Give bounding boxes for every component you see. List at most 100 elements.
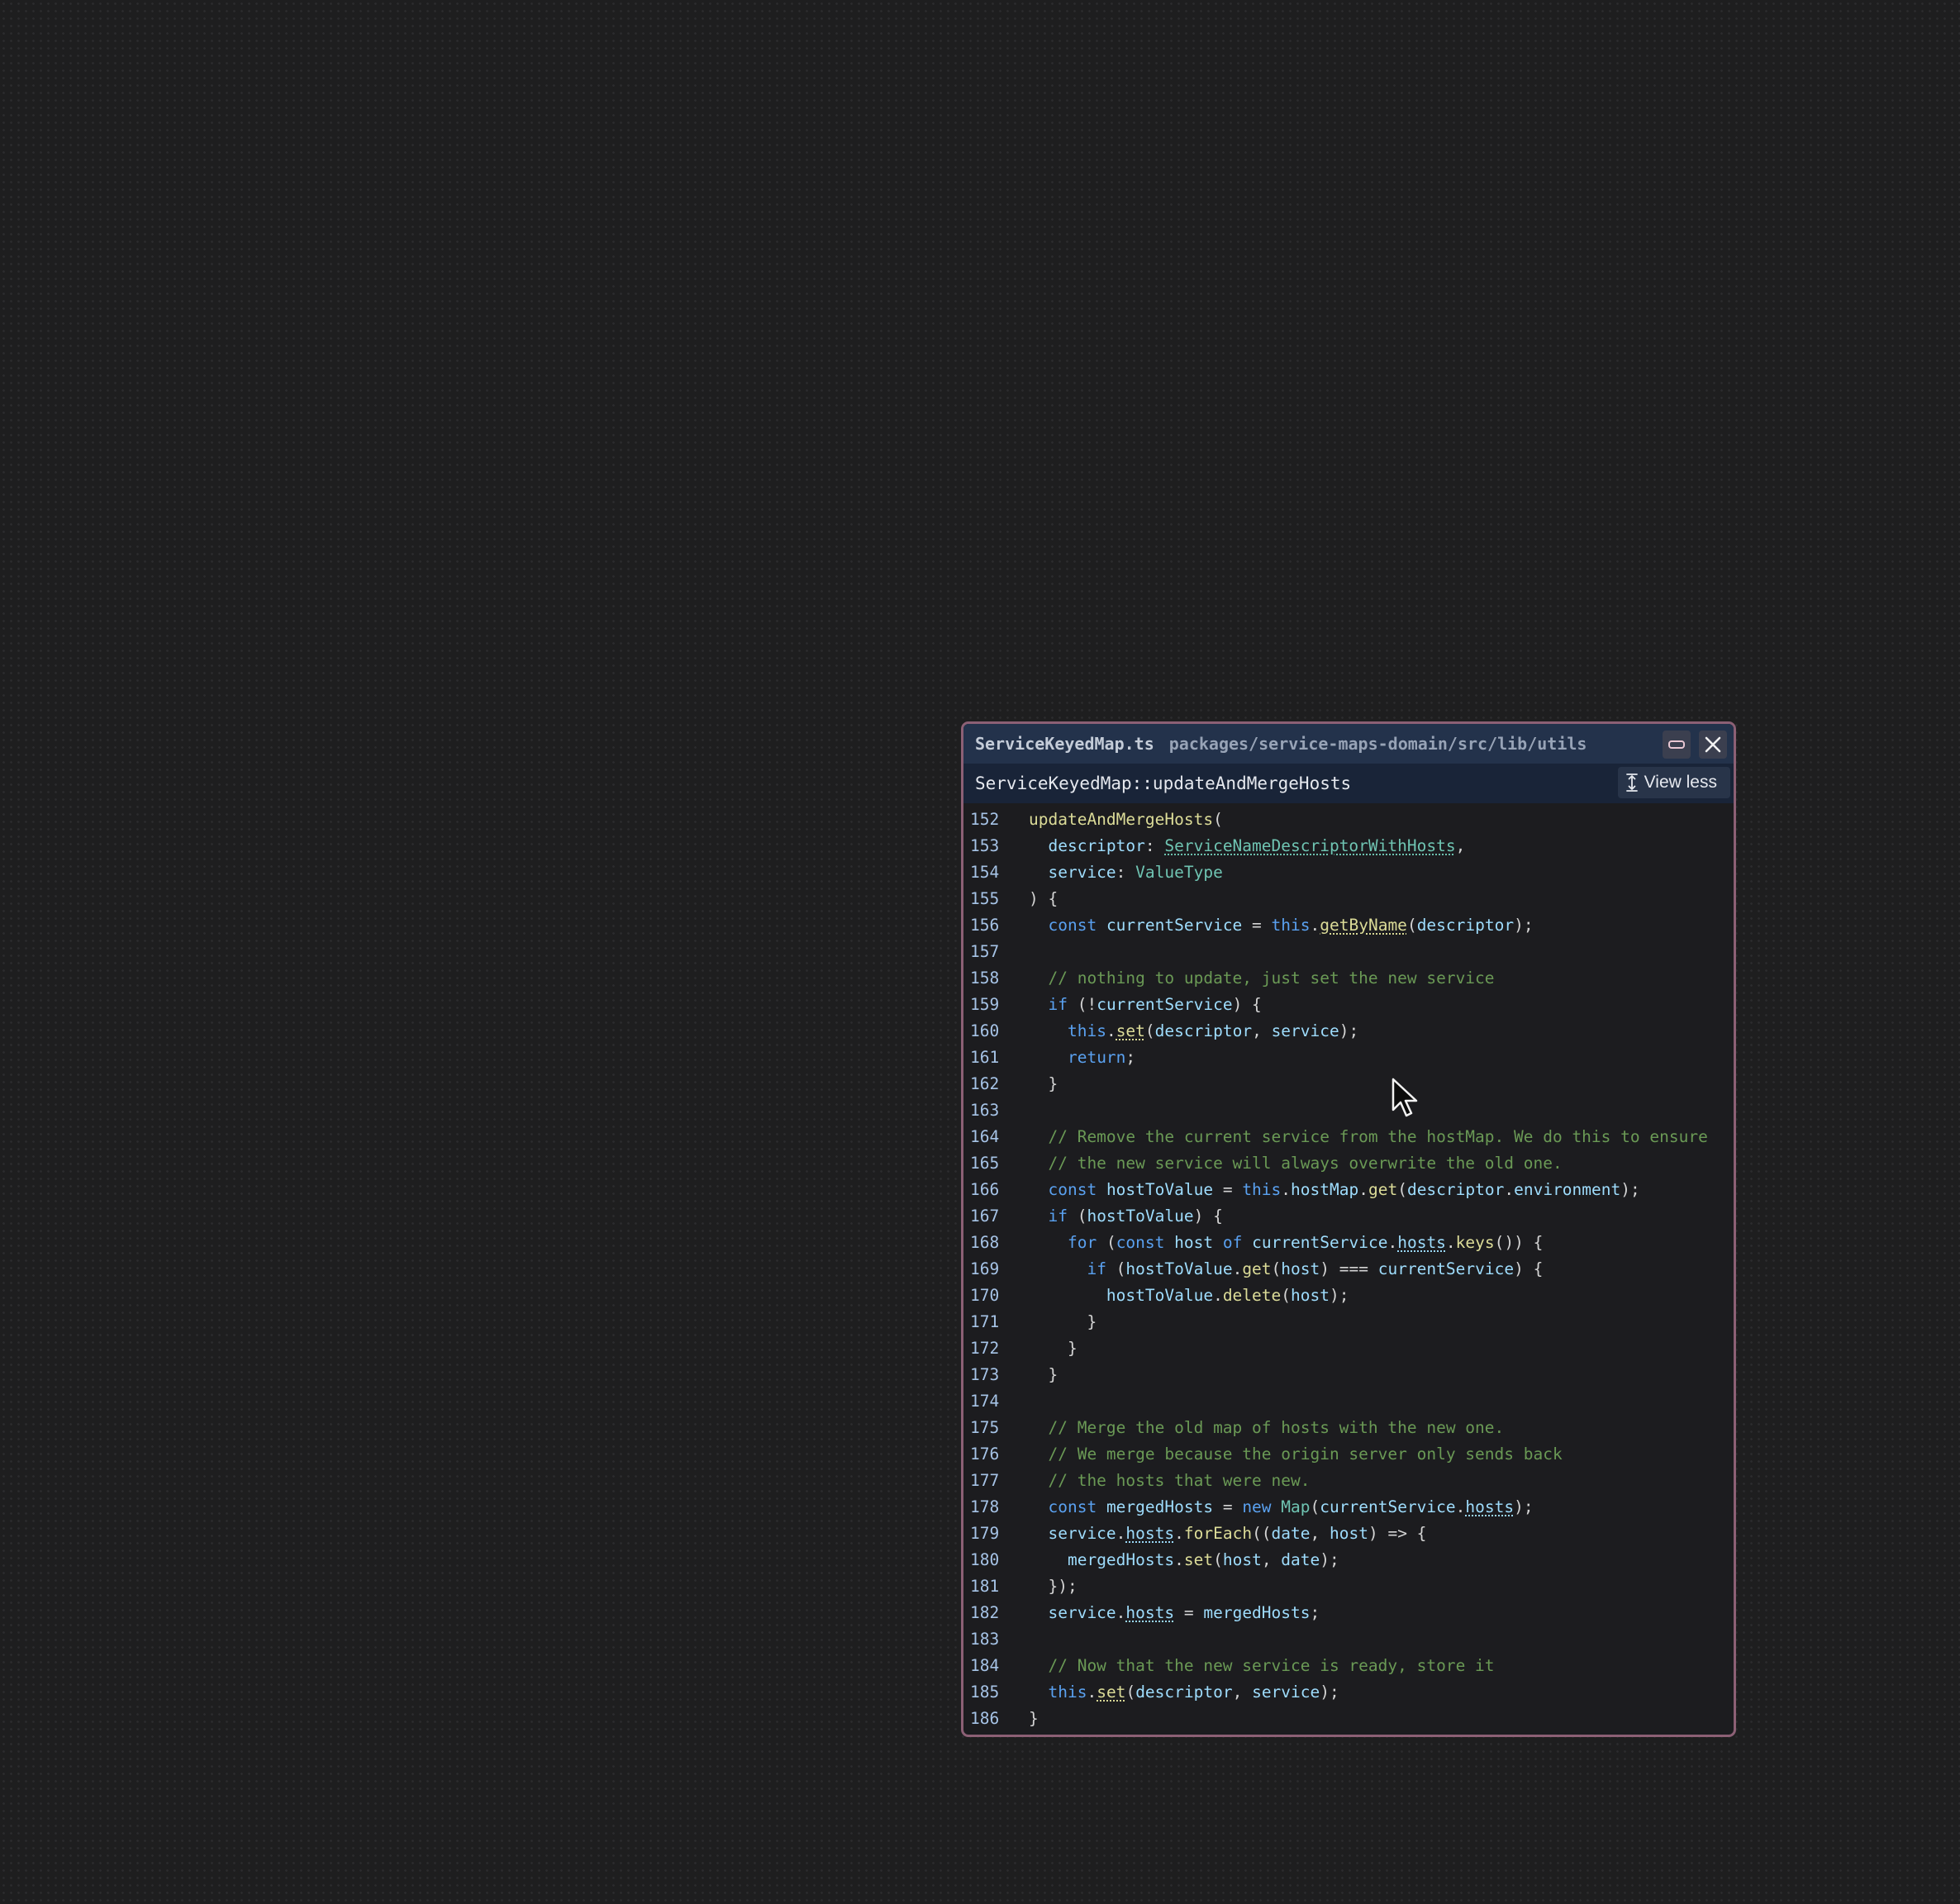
line-source: // the hosts that were new. (1029, 1468, 1310, 1494)
code-token: forEach (1183, 1524, 1253, 1543)
line-source: if (hostToValue) { (1029, 1203, 1223, 1230)
code-token: service (1048, 1603, 1116, 1622)
code-peek-panel[interactable]: ServiceKeyedMap.ts packages/service-maps… (961, 721, 1736, 1737)
line-number: 183 (970, 1630, 1000, 1649)
code-token: currentService (1106, 916, 1243, 935)
code-token: keys (1455, 1233, 1495, 1252)
code-token: . (1213, 1286, 1223, 1305)
line-number: 178 (970, 1497, 1000, 1516)
code-token: hostToValue (1087, 1207, 1194, 1226)
code-token: }); (1029, 1577, 1078, 1596)
code-token: // nothing to update, just set the new s… (1048, 969, 1495, 988)
line-number: 152 (970, 810, 1000, 829)
code-token: = (1213, 1180, 1243, 1199)
line-number: 180 (970, 1550, 1000, 1569)
code-token: descriptor (1154, 1021, 1253, 1040)
code-token: . (1116, 1524, 1126, 1543)
line-number: 154 (970, 863, 1000, 882)
line-number: 185 (970, 1683, 1000, 1702)
canvas-background[interactable]: ServiceKeyedMap.ts packages/service-maps… (0, 0, 1960, 1904)
line-source: service.hosts.forEach((date, host) => { (1029, 1521, 1426, 1547)
code-token: mergedHosts (1203, 1603, 1311, 1622)
line-source: this.set(descriptor, service); (1029, 1679, 1339, 1706)
line-number: 159 (970, 995, 1000, 1014)
line-source: // Remove the current service from the h… (1029, 1124, 1708, 1150)
code-token: ) { (1193, 1207, 1223, 1226)
code-token: , (1455, 836, 1466, 855)
code-token: descriptor (1135, 1683, 1233, 1702)
view-less-button[interactable]: View less (1617, 767, 1730, 798)
code-token: ) { (1029, 889, 1058, 908)
line-number: 157 (970, 942, 1000, 961)
code-token: // Now that the new service is ready, st… (1048, 1656, 1495, 1675)
line-source: descriptor: ServiceNameDescriptorWithHos… (1029, 833, 1465, 859)
line-number: 176 (970, 1445, 1000, 1464)
code-token: descriptor (1416, 916, 1515, 935)
code-token: ( (1125, 1683, 1136, 1702)
code-token: : (1116, 863, 1136, 882)
code-token: , (1310, 1524, 1330, 1543)
minimize-button[interactable] (1663, 731, 1691, 759)
symbol-bar: ServiceKeyedMap::updateAndMergeHosts Vie… (963, 764, 1734, 803)
code-token: descriptor (1048, 836, 1145, 855)
code-token: of (1222, 1233, 1243, 1252)
code-token: hostToValue (1125, 1259, 1233, 1278)
code-token: service (1252, 1683, 1320, 1702)
code-token: ); (1514, 1497, 1534, 1516)
line-number: 168 (970, 1233, 1000, 1252)
code-token: , (1252, 1021, 1272, 1040)
code-token: ( (1067, 1207, 1087, 1226)
code-token: descriptor (1406, 1180, 1505, 1199)
line-number: 169 (970, 1259, 1000, 1278)
line-number: 170 (970, 1286, 1000, 1305)
code-view[interactable]: 152 updateAndMergeHosts(153 descriptor: S… (963, 807, 1734, 1735)
line-source: // the new service will always overwrite… (1029, 1150, 1562, 1177)
code-token: ( (1106, 1259, 1126, 1278)
code-token: ); (1320, 1550, 1339, 1569)
line-number: 156 (970, 916, 1000, 935)
code-token: ; (1310, 1603, 1320, 1622)
code-token: . (1455, 1497, 1466, 1516)
close-button[interactable] (1699, 731, 1727, 759)
code-token: get (1242, 1259, 1272, 1278)
code-token: service (1048, 863, 1116, 882)
code-token: . (1116, 1603, 1126, 1622)
code-token: currentService (1252, 1233, 1388, 1252)
line-source: // We merge because the origin server on… (1029, 1441, 1562, 1468)
line-number: 171 (970, 1312, 1000, 1331)
code-token: service (1271, 1021, 1339, 1040)
line-source: if (hostToValue.get(host) === currentSer… (1029, 1256, 1543, 1283)
code-token: date (1271, 1524, 1311, 1543)
code-token: // Remove the current service from the h… (1048, 1127, 1708, 1146)
line-source: // nothing to update, just set the new s… (1029, 965, 1495, 992)
code-token: hosts (1125, 1603, 1175, 1622)
code-token: ); (1329, 1286, 1349, 1305)
line-source: } (1029, 1071, 1058, 1097)
code-token: = (1174, 1603, 1204, 1622)
code-token: : (1144, 836, 1165, 855)
code-token: return (1067, 1048, 1126, 1067)
code-token: date (1281, 1550, 1320, 1569)
code-token: const (1048, 916, 1097, 935)
line-source: const mergedHosts = new Map(currentServi… (1029, 1494, 1534, 1521)
line-source: for (const host of currentService.hosts.… (1029, 1230, 1543, 1256)
code-token: host (1281, 1259, 1320, 1278)
code-token: set (1116, 1021, 1145, 1040)
line-number: 177 (970, 1471, 1000, 1490)
panel-titlebar[interactable]: ServiceKeyedMap.ts packages/service-maps… (963, 724, 1734, 764)
